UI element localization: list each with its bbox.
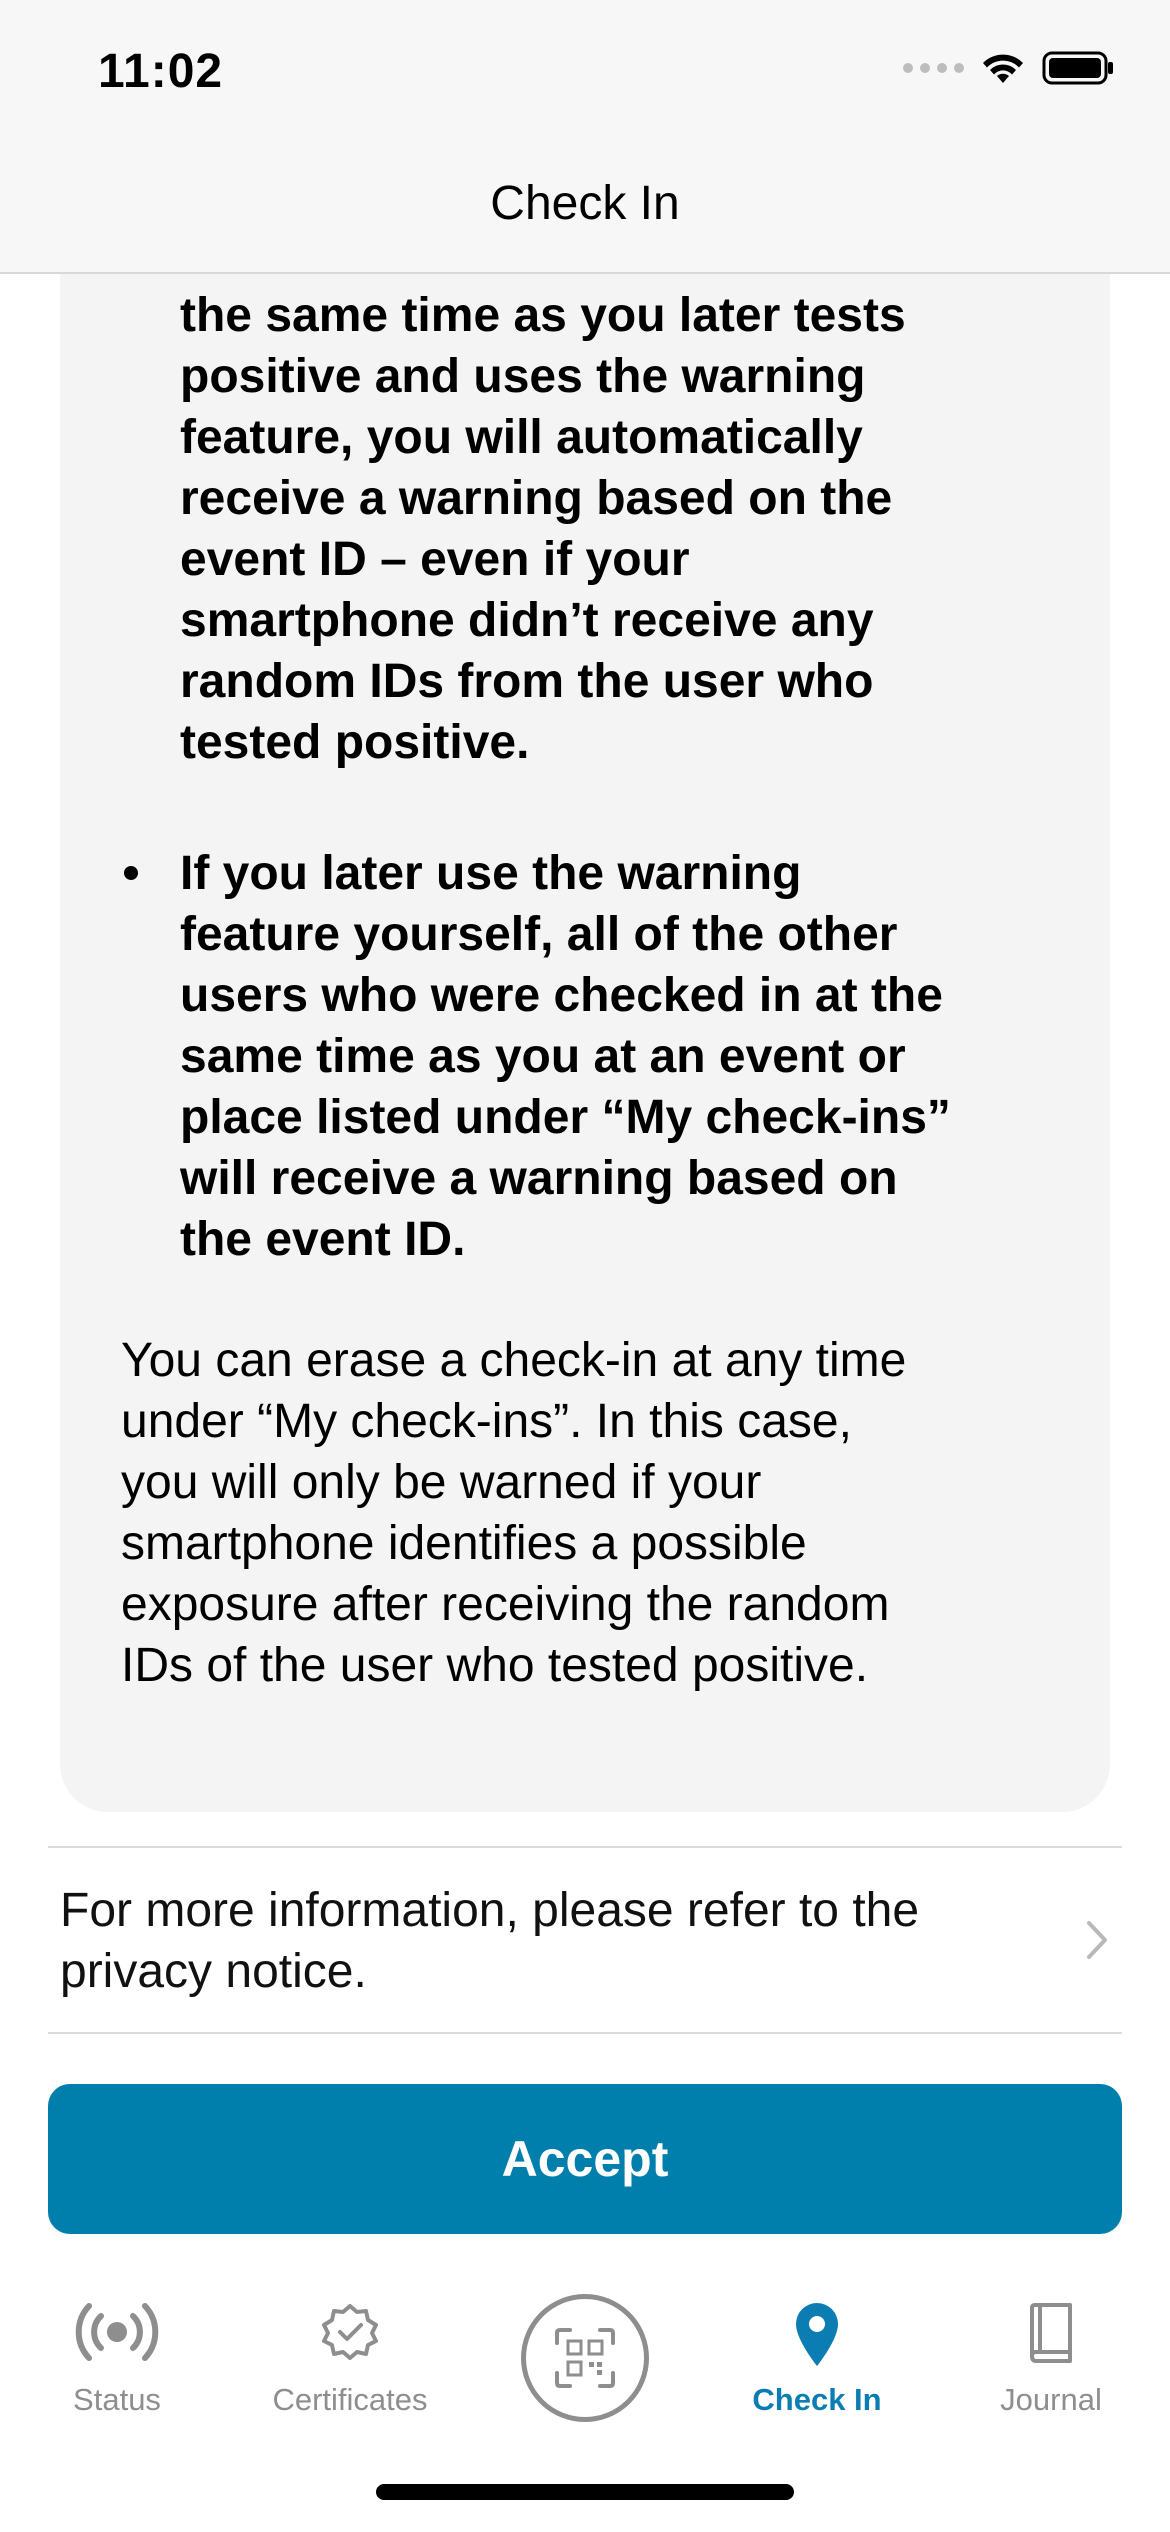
bullet-1-line: receive a warning based on the bbox=[180, 472, 893, 525]
tab-qr-scan[interactable] bbox=[521, 2294, 649, 2422]
privacy-line: For more information, please refer to th… bbox=[60, 1884, 920, 1937]
status-icons bbox=[903, 50, 1114, 86]
erase-checkin-paragraph: You can erase a check-in at any time und… bbox=[121, 1330, 1021, 1696]
tab-certificates[interactable]: Certificates bbox=[233, 2266, 467, 2446]
tab-label: Check In bbox=[752, 2382, 882, 2417]
paragraph-line: you will only be warned if your bbox=[121, 1456, 762, 1509]
tab-journal[interactable]: Journal bbox=[934, 2266, 1168, 2446]
tab-check-in[interactable]: Check In bbox=[700, 2266, 934, 2446]
book-icon bbox=[1030, 2303, 1072, 2363]
privacy-line: privacy notice. bbox=[60, 1945, 367, 1998]
bullet-2-line: same time as you at an event or bbox=[180, 1030, 906, 1083]
bullet-2-line: If you later use the warning bbox=[180, 847, 802, 900]
navigation-header: 11:02 Check In bbox=[0, 0, 1170, 274]
battery-icon bbox=[1042, 51, 1113, 85]
chevron-right-icon bbox=[1087, 1921, 1107, 1959]
qr-scan-icon bbox=[555, 2328, 615, 2388]
location-pin-icon bbox=[796, 2303, 838, 2366]
tab-label: Status bbox=[73, 2382, 161, 2417]
bullet-2-line: users who were checked in at the bbox=[180, 969, 943, 1022]
wifi-icon bbox=[983, 54, 1023, 83]
bullet-1-line: positive and uses the warning bbox=[180, 350, 866, 403]
privacy-notice-text: For more information, please refer to th… bbox=[60, 1880, 1010, 2002]
paragraph-line: IDs of the user who tested positive. bbox=[121, 1639, 869, 1692]
bullet-1-line: event ID – even if your bbox=[180, 533, 690, 586]
bullet-1-line: random IDs from the user who bbox=[180, 655, 874, 708]
paragraph-line: You can erase a check-in at any time bbox=[121, 1334, 907, 1387]
tab-label: Journal bbox=[1000, 2382, 1102, 2417]
paragraph-line: exposure after receiving the random bbox=[121, 1578, 890, 1631]
tab-status[interactable]: Status bbox=[0, 2266, 234, 2446]
page-title: Check In bbox=[490, 177, 680, 230]
divider bbox=[48, 2032, 1122, 2034]
radio-waves-icon bbox=[75, 2303, 159, 2361]
paragraph-line: smartphone identifies a possible bbox=[121, 1517, 807, 1570]
accept-button[interactable]: Accept bbox=[48, 2084, 1122, 2234]
bullet-dot bbox=[124, 866, 138, 880]
badge-check-icon bbox=[322, 2304, 378, 2360]
tab-label: Certificates bbox=[272, 2382, 428, 2417]
paragraph-line: under “My check-ins”. In this case, bbox=[121, 1395, 852, 1448]
bullet-item-1: If a user who was checked in at the same… bbox=[180, 224, 1020, 773]
bullet-1-line: smartphone didn’t receive any bbox=[180, 594, 874, 647]
bullet-1-line: the same time as you later tests bbox=[180, 289, 906, 342]
bullet-2-line: feature yourself, all of the other bbox=[180, 908, 898, 961]
home-indicator[interactable] bbox=[376, 2484, 794, 2500]
bullet-1-line: feature, you will automatically bbox=[180, 411, 863, 464]
bullet-1-line: tested positive. bbox=[180, 716, 530, 769]
bullet-2-line: will receive a warning based on bbox=[180, 1152, 898, 1205]
cellular-signal-icon bbox=[903, 63, 964, 73]
bullet-item-2: If you later use the warning feature you… bbox=[180, 843, 1020, 1270]
privacy-notice-row[interactable]: For more information, please refer to th… bbox=[48, 1848, 1122, 2034]
status-time: 11:02 bbox=[98, 45, 224, 98]
bullet-2-line: the event ID. bbox=[180, 1213, 466, 1266]
bullet-2-line: place listed under “My check-ins” bbox=[180, 1091, 951, 1144]
